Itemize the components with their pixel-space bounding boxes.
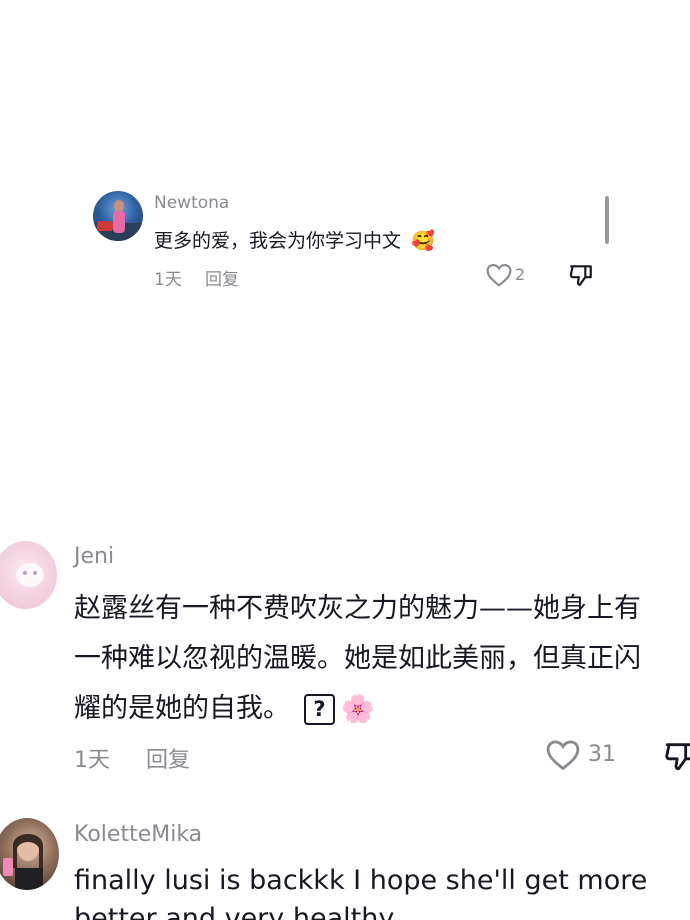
thumbs-down-icon[interactable] — [568, 262, 594, 288]
comment-body: 更多的爱，我会为你学习中文 — [154, 230, 402, 252]
comment-body-line: better and very healthy — [74, 903, 395, 920]
heart-icon[interactable] — [486, 263, 512, 287]
comment-username[interactable]: Newtona — [154, 193, 229, 213]
comment-text: finally lusi is backkk I hope she'll get… — [74, 862, 690, 920]
scrollbar[interactable] — [605, 196, 609, 244]
comment-body-line: finally lusi is backkk I hope she'll get… — [74, 865, 648, 896]
smiling-face-with-hearts-emoji: 🥰 — [411, 230, 435, 252]
thumbs-down-icon[interactable] — [663, 738, 690, 774]
avatar[interactable] — [0, 541, 57, 609]
reply-button[interactable]: 回复 — [205, 265, 239, 290]
cherry-blossom-emoji: 🌸 — [341, 693, 375, 725]
comment-username[interactable]: KoletteMika — [74, 822, 202, 847]
comment-timestamp: 1天 — [74, 748, 110, 773]
comment-username[interactable]: Jeni — [74, 544, 114, 569]
avatar-photo — [3, 834, 43, 890]
like-count: 31 — [588, 742, 616, 767]
comment-text: 赵露丝有一种不费吹灰之力的魅力——她身上有 一种难以忽视的温暖。她是如此美丽，但… — [74, 584, 690, 735]
unknown-emoji-placeholder: ? — [304, 694, 335, 725]
comment-list: Newtona 更多的爱，我会为你学习中文 🥰 1天 回复 2 Jeni 赵露丝… — [0, 0, 690, 920]
like-count: 2 — [515, 265, 526, 284]
comment-timestamp: 1天 — [154, 270, 182, 290]
heart-icon[interactable] — [546, 739, 580, 771]
reply-button[interactable]: 回复 — [146, 742, 190, 774]
comment-text: 更多的爱，我会为你学习中文 🥰 — [154, 226, 435, 253]
avatar[interactable] — [0, 818, 59, 890]
avatar-photo — [16, 563, 44, 587]
avatar-photo — [93, 200, 143, 241]
avatar[interactable] — [93, 191, 143, 241]
